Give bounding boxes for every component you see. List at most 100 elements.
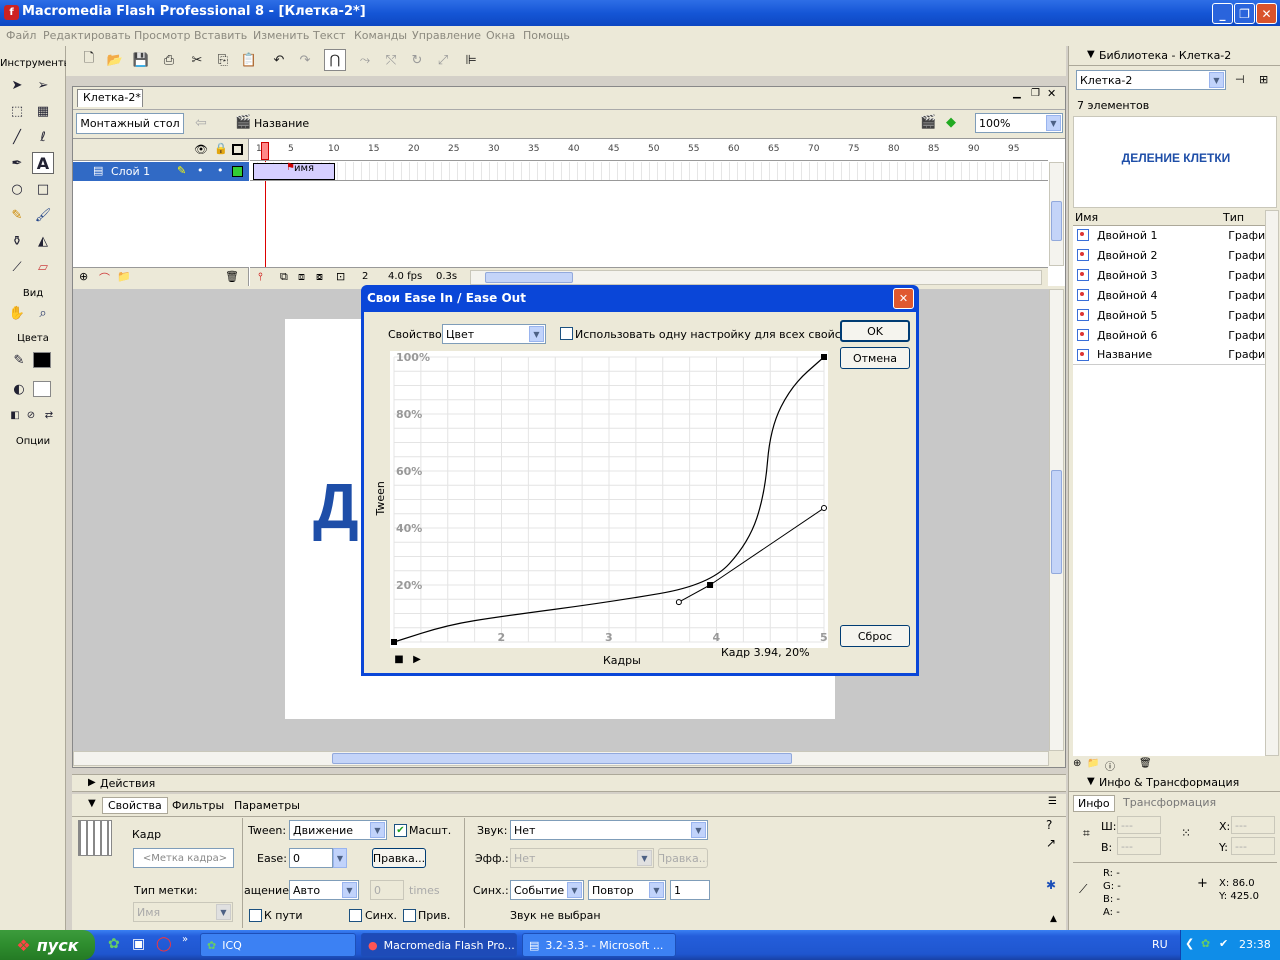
sync-select[interactable]: Событие ▼ xyxy=(510,880,584,900)
arrow-tool-icon[interactable]: ➤ xyxy=(6,74,28,96)
onion-markers-icon[interactable]: ⊡ xyxy=(336,270,345,283)
open-file-icon[interactable]: 📂 xyxy=(104,49,126,71)
outline-icon[interactable] xyxy=(232,144,243,155)
ink-bottle-icon[interactable]: ⚱ xyxy=(6,230,28,252)
menu-file[interactable]: Файл xyxy=(6,29,36,42)
doc-minimize-icon[interactable]: ▁ xyxy=(1013,88,1021,99)
edit-symbol-icon[interactable]: ◆ xyxy=(946,115,956,130)
back-arrow-icon[interactable]: ⇦ xyxy=(195,115,207,131)
align-icon[interactable]: ⊫ xyxy=(460,49,482,71)
new-folder-icon[interactable]: 📁 xyxy=(1087,758,1099,769)
edit-multiple-icon[interactable]: ⧇ xyxy=(316,270,323,284)
menu-window[interactable]: Окна xyxy=(486,29,515,42)
tab-transform[interactable]: Трансформация xyxy=(1123,796,1216,809)
straighten-icon[interactable]: ⤲ xyxy=(380,49,402,71)
oval-tool-icon[interactable]: ○ xyxy=(6,178,28,200)
sync-checkbox[interactable] xyxy=(349,909,362,922)
lock-icon[interactable]: 🔒 xyxy=(214,142,228,155)
redo-icon[interactable]: ↷ xyxy=(294,49,316,71)
library-item[interactable]: Двойной 1 Графи xyxy=(1073,225,1265,245)
rotate-icon[interactable]: ↻ xyxy=(406,49,428,71)
repeat-select[interactable]: Повтор ▼ xyxy=(588,880,666,900)
tray-icq-icon[interactable]: ✿ xyxy=(1201,937,1210,950)
visible-dot-icon[interactable]: • xyxy=(197,164,204,177)
width-field[interactable]: --- xyxy=(1117,816,1161,834)
menu-text[interactable]: Текст xyxy=(313,29,346,42)
tray-security-icon[interactable]: ✔ xyxy=(1219,937,1228,950)
library-item[interactable]: Двойной 2 Графи xyxy=(1073,245,1265,265)
doc-restore-icon[interactable]: ❐ xyxy=(1031,88,1040,99)
tab-parameters[interactable]: Параметры xyxy=(234,799,300,812)
registration-grid-icon[interactable]: ⁙ xyxy=(1181,826,1191,840)
opera-icon[interactable]: ◯ xyxy=(156,936,172,952)
edit-scene-icon[interactable]: 🎬 xyxy=(920,115,936,130)
pencil-tool-icon[interactable]: ✎ xyxy=(6,204,28,226)
swap-colors-icon[interactable]: ⇄ xyxy=(38,404,60,426)
library-col-type[interactable]: Тип xyxy=(1223,211,1244,224)
label-type-select[interactable]: Имя ▼ xyxy=(133,902,233,922)
save-icon[interactable]: 💾 xyxy=(130,49,152,71)
to-path-checkbox[interactable] xyxy=(249,909,262,922)
playhead-marker[interactable] xyxy=(261,142,269,160)
y-field[interactable]: --- xyxy=(1231,837,1275,855)
snap-magnet-icon[interactable]: ⋂ xyxy=(324,49,346,71)
hand-tool-icon[interactable]: ✋ xyxy=(6,302,28,324)
library-item[interactable]: Двойной 3 Графи xyxy=(1073,265,1265,285)
ease-curve-chart[interactable]: 20% 40% 60% 80% 100% 2 3 4 5 Tween xyxy=(361,285,919,676)
text-tool-icon[interactable]: A xyxy=(32,152,54,174)
times-input[interactable]: 0 xyxy=(370,880,404,900)
frame-strip[interactable] xyxy=(250,162,1048,181)
doc-close-icon[interactable]: ✕ xyxy=(1047,87,1056,100)
tab-filters[interactable]: Фильтры xyxy=(172,799,224,812)
ease-edit-button[interactable]: Правка... xyxy=(372,848,426,868)
new-symbol-icon[interactable]: ⊕ xyxy=(1073,758,1081,769)
add-folder-icon[interactable]: 📁 xyxy=(117,270,131,283)
stage-title-text[interactable]: Д xyxy=(313,469,359,543)
collapse-arrow-icon[interactable]: ▼ xyxy=(88,798,96,809)
library-item[interactable]: Двойной 4 Графи xyxy=(1073,285,1265,305)
ease-input[interactable]: 0 xyxy=(289,848,333,868)
task-word[interactable]: ▤ 3.2-3.3- - Microsoft ... xyxy=(522,933,676,957)
show-desktop-icon[interactable]: ▣ xyxy=(132,936,145,952)
stroke-color-icon[interactable]: ✎ xyxy=(8,349,30,371)
stage-vscroll-thumb[interactable] xyxy=(1051,470,1062,574)
ease-dropdown[interactable]: ▼ xyxy=(333,848,347,868)
lasso-tool-icon[interactable]: ℓ xyxy=(32,126,54,148)
layer-color-icon[interactable] xyxy=(232,166,243,177)
timeline-hscroll[interactable] xyxy=(470,270,1042,285)
add-guide-icon[interactable]: ⌒ xyxy=(99,270,110,286)
icq-quicklaunch-icon[interactable]: ✿ xyxy=(108,936,120,952)
menu-view[interactable]: Просмотр xyxy=(134,29,190,42)
layer-row[interactable]: ▤ Слой 1 ✎ • • xyxy=(73,162,249,181)
panel-menu-icon[interactable]: ☰ xyxy=(1048,796,1057,807)
eraser-icon[interactable]: ▱ xyxy=(32,256,54,278)
tween-select[interactable]: Движение ▼ xyxy=(289,820,387,840)
paste-icon[interactable]: 📋 xyxy=(238,49,260,71)
expand-arrow-icon[interactable]: ▶ xyxy=(88,777,96,788)
scene-button[interactable]: Монтажный стол xyxy=(76,113,184,134)
frame-label-input[interactable]: <Метка кадра> xyxy=(133,848,234,868)
task-flash[interactable]: ● Macromedia Flash Pro... xyxy=(361,933,517,957)
actions-bar[interactable]: ▶ Действия xyxy=(72,774,1066,792)
menu-insert[interactable]: Вставить xyxy=(194,29,247,42)
collapse-arrow-icon[interactable]: ▼ xyxy=(1087,49,1095,60)
tab-properties[interactable]: Свойства xyxy=(102,797,168,814)
stage-hscroll[interactable] xyxy=(73,751,1049,766)
library-vscroll[interactable] xyxy=(1265,210,1279,756)
library-item[interactable]: Название Графи xyxy=(1073,345,1265,365)
pin-icon[interactable]: ⊣ xyxy=(1235,73,1245,86)
tab-info[interactable]: Инфо xyxy=(1073,795,1115,812)
subselect-tool-icon[interactable]: ➢ xyxy=(32,74,54,96)
scale-checkbox[interactable]: ✔ xyxy=(394,824,407,837)
stroke-color-swatch[interactable] xyxy=(33,352,51,368)
library-item[interactable]: Двойной 6 Графи xyxy=(1073,325,1265,345)
onion-outline-icon[interactable]: ⧈ xyxy=(298,270,305,284)
library-select[interactable]: Клетка-2 ▼ xyxy=(1076,70,1226,90)
snap-checkbox[interactable] xyxy=(403,909,416,922)
tray-arrow-icon[interactable]: ❮ xyxy=(1185,937,1194,950)
undo-icon[interactable]: ↶ xyxy=(268,49,290,71)
height-field[interactable]: --- xyxy=(1117,837,1161,855)
trash-icon[interactable]: 🗑 xyxy=(225,270,239,283)
minimize-button[interactable]: _ xyxy=(1212,3,1233,24)
menu-modify[interactable]: Изменить xyxy=(253,29,309,42)
